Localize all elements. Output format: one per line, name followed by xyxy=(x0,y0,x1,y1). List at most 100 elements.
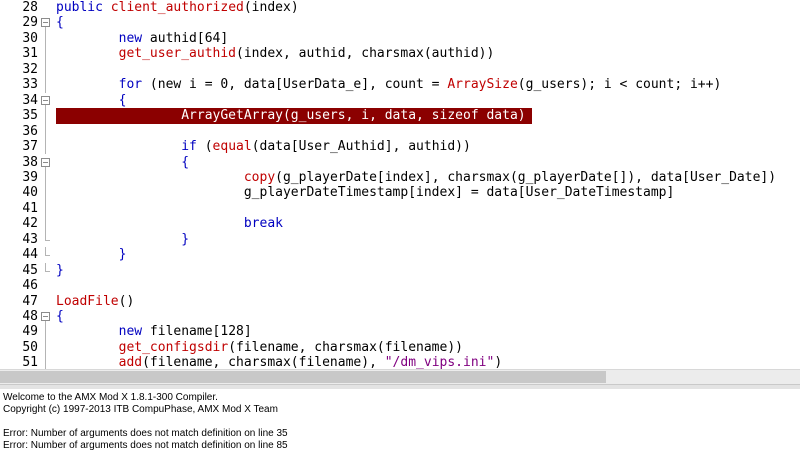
function-token: LoadFile xyxy=(56,293,119,309)
line-number: 51 xyxy=(22,355,38,369)
line-number: 38 xyxy=(22,154,38,170)
code-line[interactable]: } xyxy=(56,247,127,263)
fold-line xyxy=(40,30,52,47)
line-number: 37 xyxy=(22,139,38,155)
code-line[interactable]: for (new i = 0, data[UserData_e], count … xyxy=(56,77,722,93)
keyword-token: if xyxy=(56,139,205,155)
horizontal-scrollbar[interactable] xyxy=(0,369,800,384)
keyword-token: } xyxy=(56,262,64,278)
line-number: 42 xyxy=(22,216,38,232)
keyword-token: new xyxy=(56,30,150,46)
line-number: 45 xyxy=(22,262,38,278)
code-token: ) xyxy=(494,355,503,369)
code-line[interactable]: copy(g_playerDate[index], charsmax(g_pla… xyxy=(56,170,776,185)
line-number: 33 xyxy=(22,77,38,93)
function-token: client_authorized xyxy=(110,0,244,15)
line-number: 49 xyxy=(22,324,38,340)
line-number: 48 xyxy=(22,309,38,324)
line-number: 39 xyxy=(22,169,38,185)
code-token: filename[128] xyxy=(149,324,252,340)
line-number: 31 xyxy=(22,46,38,62)
function-token: ArraySize xyxy=(447,77,518,93)
code-line[interactable]: { xyxy=(56,15,64,30)
code-line[interactable]: } xyxy=(56,232,189,247)
code-token: authid[64] xyxy=(149,30,229,46)
keyword-token: new xyxy=(56,324,150,340)
code-line[interactable]: { xyxy=(56,155,189,170)
keyword-token: { xyxy=(56,92,127,108)
fold-line xyxy=(40,324,52,340)
line-number: 43 xyxy=(22,231,38,247)
code-token: ( xyxy=(204,139,213,155)
line-number: 29 xyxy=(22,15,38,31)
code-line[interactable]: g_playerDateTimestamp[index] = data[User… xyxy=(56,185,674,200)
function-token: equal xyxy=(212,139,252,155)
error-message: Error: Number of arguments does not matc… xyxy=(3,428,288,439)
code-line[interactable]: add(filename, charsmax(filename), "/dm_v… xyxy=(56,355,503,369)
output-line: Welcome to the AMX Mod X 1.8.1-300 Compi… xyxy=(3,392,218,403)
fold-line xyxy=(40,185,52,201)
code-token: ArrayGetArray(g_users, i, data, sizeof d… xyxy=(56,108,526,124)
fold-toggle-icon[interactable] xyxy=(40,93,52,109)
line-number: 36 xyxy=(22,123,38,139)
function-token: get_configsdir xyxy=(56,339,229,355)
code-editor[interactable]: 28 29 30 31 32 33 34 35 36 37 38 39 40 41 42 43 44 45 46 47… xyxy=(0,0,800,369)
code-token: g_playerDateTimestamp[index] = data[User… xyxy=(56,185,675,201)
code-line[interactable]: if (equal(data[User_Authid], authid)) xyxy=(56,139,471,154)
fold-line xyxy=(40,200,52,217)
string-token: "/dm_vips.ini" xyxy=(384,355,495,369)
line-number: 50 xyxy=(22,339,38,355)
fold-line xyxy=(40,61,52,78)
code-line[interactable]: new authid[64] xyxy=(56,30,229,46)
compiler-output-panel: Welcome to the AMX Mod X 1.8.1-300 Compi… xyxy=(0,389,800,459)
function-token: add xyxy=(56,355,143,369)
code-token: (filename, charsmax(filename)) xyxy=(228,339,463,355)
fold-line xyxy=(40,46,52,62)
code-line[interactable]: get_configsdir(filename, charsmax(filena… xyxy=(56,340,463,355)
fold-line xyxy=(40,77,52,93)
function-token: copy xyxy=(56,169,276,185)
keyword-token: for xyxy=(56,77,150,93)
code-token: (new i = 0, data[UserData_e], count = xyxy=(149,77,448,93)
line-number: 30 xyxy=(22,30,38,46)
scrollbar-thumb[interactable] xyxy=(0,371,606,383)
keyword-token: } xyxy=(56,247,127,263)
fold-end-marker xyxy=(40,247,52,262)
code-token: () xyxy=(118,293,135,309)
keyword-token: } xyxy=(56,231,190,247)
fold-line xyxy=(40,108,52,124)
fold-toggle-icon[interactable] xyxy=(40,155,52,170)
code-line[interactable]: break xyxy=(56,216,283,231)
fold-line xyxy=(40,216,52,232)
line-number: 28 xyxy=(22,0,38,15)
code-token: (g_users); i < count; i++) xyxy=(517,77,722,93)
fold-margin[interactable] xyxy=(40,0,52,369)
code-token: (g_playerDate[index], charsmax(g_playerD… xyxy=(275,169,777,185)
keyword-token: public xyxy=(56,0,111,15)
code-line[interactable]: ArrayGetArray(g_users, i, data, sizeof d… xyxy=(56,108,526,124)
line-number: 40 xyxy=(22,185,38,201)
keyword-token: { xyxy=(56,15,64,31)
keyword-token: break xyxy=(56,216,283,232)
line-number: 44 xyxy=(22,247,38,263)
line-number: 47 xyxy=(22,293,38,309)
line-number: 34 xyxy=(22,92,38,108)
code-token: (index, authid, charsmax(authid)) xyxy=(236,46,495,62)
code-line[interactable]: get_user_authid(index, authid, charsmax(… xyxy=(56,46,495,62)
fold-toggle-icon[interactable] xyxy=(40,15,52,31)
code-line[interactable]: { xyxy=(56,309,64,324)
code-line[interactable]: LoadFile() xyxy=(56,294,134,309)
code-area[interactable]: public client_authorized(index){ new aut… xyxy=(56,0,800,369)
code-line[interactable]: { xyxy=(56,92,127,108)
keyword-token: { xyxy=(56,154,190,170)
code-line[interactable]: public client_authorized(index) xyxy=(56,0,299,15)
fold-line xyxy=(40,139,52,155)
fold-end-marker xyxy=(40,231,52,247)
fold-toggle-icon[interactable] xyxy=(40,309,52,325)
function-token: get_user_authid xyxy=(56,46,237,62)
error-message: Error: Number of arguments does not matc… xyxy=(3,440,288,451)
output-line: Copyright (c) 1997-2013 ITB CompuPhase, … xyxy=(3,404,278,415)
code-line[interactable]: } xyxy=(56,263,64,278)
fold-line xyxy=(40,339,52,356)
code-line[interactable]: new filename[128] xyxy=(56,324,252,339)
